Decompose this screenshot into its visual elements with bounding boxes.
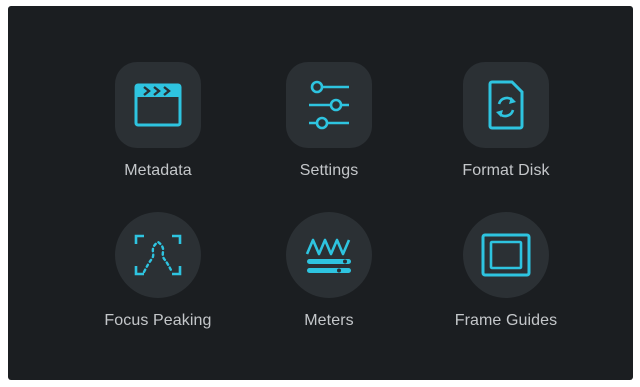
dashboard-screen: Metadata Settings Format Disk Focus Peak…	[8, 6, 633, 380]
format-disk-label: Format Disk	[462, 162, 550, 179]
focus-peaking-icon	[134, 234, 182, 276]
settings-tile[interactable]: Settings	[244, 62, 414, 202]
format-disk-icon	[488, 80, 524, 130]
frame-guides-tile[interactable]: Frame Guides	[421, 212, 591, 352]
meters-tile[interactable]: Meters	[244, 212, 414, 352]
meters-icon	[305, 238, 351, 273]
meters-label: Meters	[304, 312, 354, 329]
frame-guides-icon	[481, 233, 531, 277]
settings-label: Settings	[299, 162, 359, 179]
format-disk-tile[interactable]: Format Disk	[421, 62, 591, 202]
focus-peaking-button[interactable]	[115, 212, 201, 298]
clapperboard-icon	[134, 83, 182, 127]
meters-button[interactable]	[286, 212, 372, 298]
frame-guides-button[interactable]	[463, 212, 549, 298]
frame-guides-label: Frame Guides	[454, 312, 558, 329]
metadata-label: Metadata	[124, 162, 192, 179]
focus-peaking-tile[interactable]: Focus Peaking	[73, 212, 243, 352]
metadata-button[interactable]	[115, 62, 201, 148]
sliders-icon	[309, 80, 349, 130]
settings-button[interactable]	[286, 62, 372, 148]
metadata-tile[interactable]: Metadata	[73, 62, 243, 202]
format-disk-button[interactable]	[463, 62, 549, 148]
focus-peaking-label: Focus Peaking	[104, 312, 212, 329]
